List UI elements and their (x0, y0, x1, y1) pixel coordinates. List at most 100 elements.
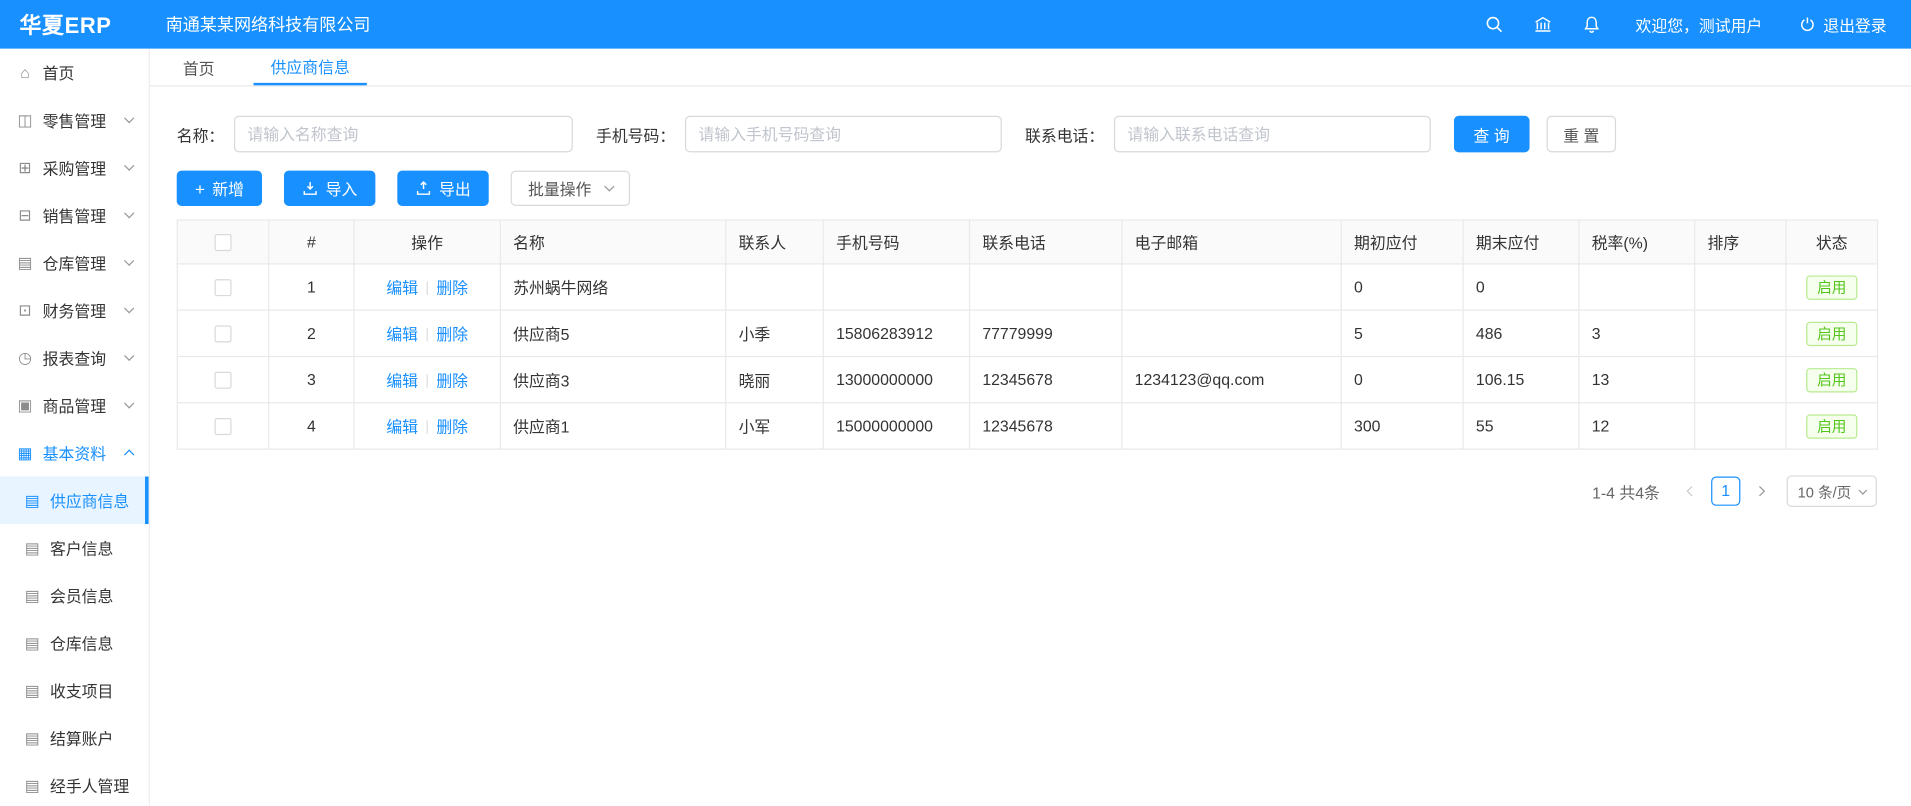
reset-button[interactable]: 重 置 (1546, 116, 1616, 153)
end-payable-cell: 106.15 (1463, 356, 1579, 402)
header-tax-rate: 税率(%) (1579, 220, 1695, 264)
row-checkbox[interactable] (215, 326, 232, 343)
sidebar-item-home[interactable]: ⌂ 首页 (0, 49, 149, 97)
status-cell: 启用 (1786, 310, 1877, 356)
sidebar-item-warehouse-info[interactable]: ▤ 仓库信息 (0, 619, 149, 667)
sidebar-item-basic-data[interactable]: ▦ 基本资料 (0, 429, 149, 477)
sidebar-item-label: 供应商信息 (50, 489, 145, 512)
edit-link[interactable]: 编辑 (386, 279, 418, 297)
add-button[interactable]: + 新增 (177, 171, 263, 206)
status-cell: 启用 (1786, 403, 1877, 449)
select-cell (177, 356, 268, 402)
sidebar-item-goods[interactable]: ▣ 商品管理 (0, 381, 149, 429)
header-name: 名称 (500, 220, 725, 264)
begin-payable-cell: 300 (1341, 403, 1463, 449)
index-cell: 3 (269, 356, 354, 402)
table-row: 1 编辑删除 苏州蜗牛网络 0 0 启用 (177, 264, 1877, 310)
sidebar-item-label: 商品管理 (43, 394, 149, 417)
index-cell: 2 (269, 310, 354, 356)
select-all-checkbox[interactable] (215, 234, 232, 251)
telephone-cell: 77779999 (970, 310, 1122, 356)
edit-link[interactable]: 编辑 (386, 325, 418, 343)
batch-actions-button[interactable]: 批量操作 (511, 171, 630, 206)
chevron-down-icon (1859, 486, 1868, 495)
sidebar-item-handler-management[interactable]: ▤ 经手人管理 (0, 762, 149, 806)
status-cell: 启用 (1786, 264, 1877, 310)
logout-label: 退出登录 (1823, 13, 1886, 36)
sidebar-item-purchase[interactable]: ⊞ 采购管理 (0, 144, 149, 192)
name-filter-input[interactable] (234, 116, 573, 153)
sidebar: ⌂ 首页 ◫ 零售管理 ⊞ 采购管理 ⊟ 销售管理 ▤ 仓库管理 (0, 49, 150, 806)
sidebar-item-supplier-info[interactable]: ▤ 供应商信息 (0, 477, 149, 525)
status-badge[interactable]: 启用 (1806, 275, 1857, 299)
sidebar-item-customer-info[interactable]: ▤ 客户信息 (0, 524, 149, 572)
sidebar-item-label: 采购管理 (43, 156, 149, 179)
toolbar: + 新增 导入 导出 批量操作 (177, 171, 1911, 206)
contact-cell: 小军 (726, 403, 824, 449)
delete-link[interactable]: 删除 (436, 372, 468, 390)
phone-cell: 15000000000 (823, 403, 969, 449)
sidebar-item-income-expense[interactable]: ▤ 收支项目 (0, 667, 149, 715)
tab-supplier-info[interactable]: 供应商信息 (254, 49, 367, 86)
status-badge[interactable]: 启用 (1806, 321, 1857, 345)
status-badge[interactable]: 启用 (1806, 414, 1857, 438)
sidebar-item-member-info[interactable]: ▤ 会员信息 (0, 572, 149, 620)
export-button[interactable]: 导出 (398, 171, 489, 206)
import-button[interactable]: 导入 (284, 171, 375, 206)
report-icon: ◷ (16, 348, 34, 368)
status-badge[interactable]: 启用 (1806, 367, 1857, 391)
email-cell (1122, 403, 1341, 449)
phone-filter-input[interactable] (685, 116, 1002, 153)
header-telephone: 联系电话 (970, 220, 1122, 264)
select-cell (177, 264, 268, 310)
sidebar-item-warehouse[interactable]: ▤ 仓库管理 (0, 239, 149, 287)
chevron-down-icon (605, 181, 615, 191)
page-number-button[interactable]: 1 (1711, 477, 1740, 506)
row-checkbox[interactable] (215, 279, 232, 296)
platform-icon[interactable] (1533, 15, 1553, 35)
telephone-filter-input[interactable] (1114, 116, 1431, 153)
header-phone: 手机号码 (823, 220, 969, 264)
sidebar-item-reports[interactable]: ◷ 报表查询 (0, 334, 149, 382)
delete-link[interactable]: 删除 (436, 325, 468, 343)
status-cell: 启用 (1786, 356, 1877, 402)
delete-link[interactable]: 删除 (436, 418, 468, 436)
logout-button[interactable]: 退出登录 (1799, 13, 1887, 36)
page-size-select[interactable]: 10 条/页 (1787, 475, 1877, 507)
name-cell: 供应商3 (500, 356, 725, 402)
ops-divider (427, 374, 428, 387)
row-checkbox[interactable] (215, 372, 232, 389)
header-contact: 联系人 (726, 220, 824, 264)
search-icon[interactable] (1484, 15, 1504, 35)
begin-payable-cell: 0 (1341, 356, 1463, 402)
sidebar-item-label: 销售管理 (43, 204, 149, 227)
edit-link[interactable]: 编辑 (386, 418, 418, 436)
name-cell: 供应商1 (500, 403, 725, 449)
contact-cell: 晓丽 (726, 356, 824, 402)
sidebar-item-finance[interactable]: ⊡ 财务管理 (0, 286, 149, 334)
header-begin-payable: 期初应付 (1341, 220, 1463, 264)
index-cell: 4 (269, 403, 354, 449)
pagination: 1-4 共4条 1 10 条/页 (177, 475, 1877, 507)
contact-cell: 小季 (726, 310, 824, 356)
telephone-cell: 12345678 (970, 403, 1122, 449)
sidebar-item-retail[interactable]: ◫ 零售管理 (0, 96, 149, 144)
edit-link[interactable]: 编辑 (386, 372, 418, 390)
import-icon (302, 180, 318, 196)
export-icon (416, 180, 432, 196)
header-sort: 排序 (1695, 220, 1786, 264)
delete-link[interactable]: 删除 (436, 279, 468, 297)
supplier-table: # 操作 名称 联系人 手机号码 联系电话 电子邮箱 期初应付 期末应付 税率(… (177, 219, 1878, 449)
search-button[interactable]: 查 询 (1454, 116, 1529, 153)
sidebar-item-settlement-account[interactable]: ▤ 结算账户 (0, 714, 149, 762)
sales-icon: ⊟ (16, 205, 34, 225)
sidebar-item-sales[interactable]: ⊟ 销售管理 (0, 191, 149, 239)
tab-bar: 首页 供应商信息 (150, 49, 1911, 87)
telephone-cell: 12345678 (970, 356, 1122, 402)
notification-bell-icon[interactable] (1582, 15, 1602, 35)
tab-home[interactable]: 首页 (166, 49, 232, 86)
sort-cell (1695, 403, 1786, 449)
prev-page-button[interactable] (1679, 477, 1701, 506)
next-page-button[interactable] (1750, 477, 1772, 506)
row-checkbox[interactable] (215, 418, 232, 435)
